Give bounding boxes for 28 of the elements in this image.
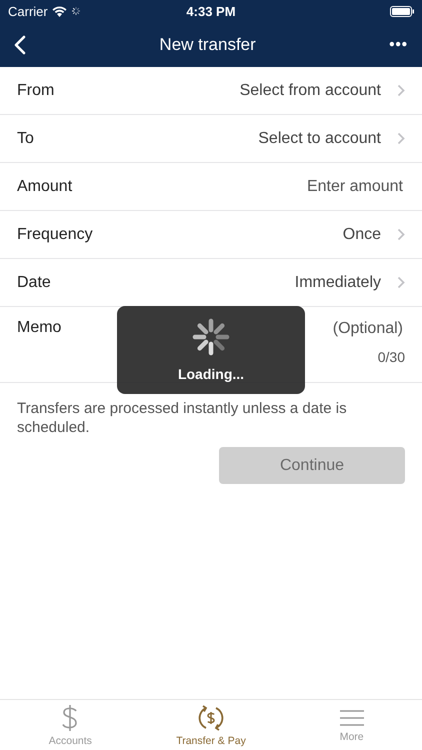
menu-icon bbox=[338, 708, 365, 728]
field-value: Immediately bbox=[294, 274, 381, 292]
screen-title: New transfer bbox=[159, 34, 256, 54]
transfer-icon bbox=[197, 704, 225, 732]
activity-icon bbox=[70, 6, 81, 16]
field-label: From bbox=[17, 82, 54, 100]
character-counter: 0/30 bbox=[378, 349, 405, 365]
wifi-icon bbox=[52, 6, 67, 16]
spinner-icon bbox=[192, 318, 230, 356]
battery-icon bbox=[390, 6, 414, 16]
field-value: Select from account bbox=[238, 82, 381, 100]
amount-field[interactable]: Enter amount bbox=[80, 176, 405, 196]
carrier-label: Carrier bbox=[8, 4, 48, 18]
field-value: Once bbox=[342, 226, 381, 244]
info-text: Transfers are processed instantly unless a date is scheduled. bbox=[17, 399, 348, 437]
loading-label: Loading... bbox=[178, 366, 244, 382]
chevron-icon bbox=[397, 132, 405, 145]
more-button[interactable]: ••• bbox=[385, 34, 412, 55]
field-value: Select to account bbox=[257, 130, 381, 148]
field-label: Frequency bbox=[17, 226, 93, 244]
field-label: Date bbox=[17, 274, 51, 292]
chevron-icon bbox=[397, 228, 405, 241]
clock-time: 4:33 PM bbox=[186, 4, 236, 18]
field-label: Amount bbox=[17, 178, 72, 196]
field-label: To bbox=[17, 130, 34, 148]
chevron-icon bbox=[397, 276, 405, 289]
chevron-icon bbox=[397, 84, 405, 97]
field-label: Memo bbox=[17, 319, 62, 337]
